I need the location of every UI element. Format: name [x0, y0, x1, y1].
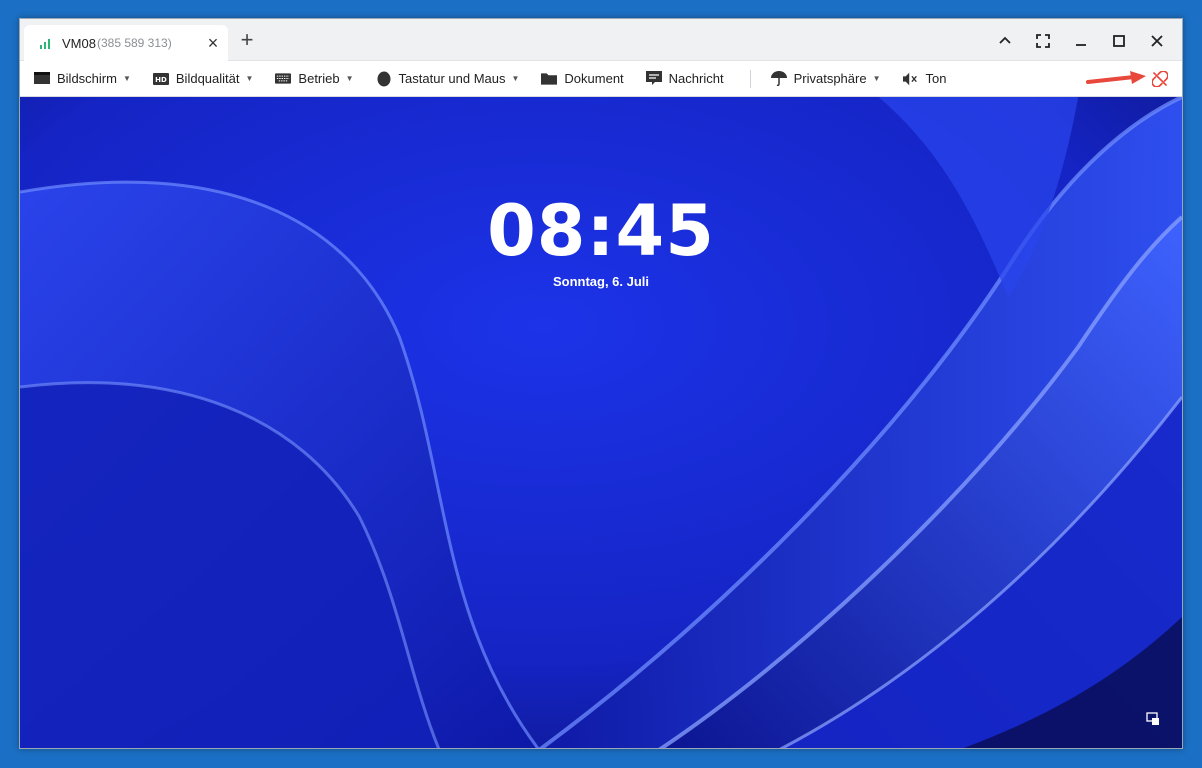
- new-tab-button[interactable]: +: [236, 29, 258, 52]
- toolbar-tastatur-und-maus[interactable]: Tastatur und Maus ▼: [376, 65, 520, 93]
- chevron-up-icon[interactable]: [990, 28, 1020, 54]
- lock-screen-date: Sonntag, 6. Juli: [552, 274, 650, 289]
- toolbar-label: Betrieb: [298, 71, 340, 86]
- toolbar-label: Privatsphäre: [793, 71, 867, 86]
- toolbar-label: Ton: [925, 71, 947, 86]
- toolbar-label: Tastatur und Maus: [398, 71, 506, 86]
- toolbar-bildqualitaet[interactable]: HD Bildqualität ▼: [152, 65, 254, 93]
- window-controls: [990, 28, 1172, 54]
- toolbar-label: Dokument: [564, 71, 624, 86]
- remote-lock-screen[interactable]: 08:45 Sonntag, 6. Juli: [20, 97, 1182, 748]
- tab-session-id: (385 589 313): [96, 36, 172, 50]
- toolbar-bildschirm[interactable]: Bildschirm ▼: [34, 65, 131, 93]
- fullscreen-icon[interactable]: [1028, 28, 1058, 54]
- speaker-muted-icon: [902, 72, 919, 86]
- caret-down-icon: ▼: [345, 74, 354, 83]
- session-tab[interactable]: VM08 (385 589 313) ×: [24, 25, 228, 61]
- hd-icon: HD: [152, 72, 169, 86]
- toolbar-nachricht[interactable]: Nachricht: [645, 65, 724, 93]
- close-tab-icon[interactable]: ×: [204, 34, 222, 52]
- session-toolbar: Bildschirm ▼ HD Bildqualität ▼ Betrieb ▼…: [20, 61, 1182, 97]
- title-bar: VM08 (385 589 313) × +: [20, 19, 1182, 61]
- caret-down-icon: ▼: [245, 74, 254, 83]
- minimize-icon[interactable]: [1066, 28, 1096, 54]
- folder-icon: [541, 72, 558, 86]
- toolbar-label: Nachricht: [668, 71, 724, 86]
- caret-down-icon: ▼: [122, 74, 131, 83]
- caret-down-icon: ▼: [511, 74, 520, 83]
- toolbar-label: Bildqualität: [175, 71, 240, 86]
- maximize-icon[interactable]: [1104, 28, 1134, 54]
- toolbar-label: Bildschirm: [57, 71, 117, 86]
- annotation-arrow-icon: [1086, 71, 1146, 84]
- keyboard-icon: [275, 72, 292, 86]
- unlink-icon[interactable]: [1152, 71, 1168, 87]
- toolbar-privatsphaere[interactable]: Privatsphäre ▼: [770, 65, 881, 93]
- monitor-icon: [34, 72, 50, 86]
- caret-down-icon: ▼: [872, 74, 881, 83]
- remote-desktop-window: VM08 (385 589 313) × + Bildschirm ▼ HD B…: [19, 18, 1183, 749]
- svg-text:HD: HD: [155, 76, 167, 84]
- toolbar-dokument[interactable]: Dokument: [541, 65, 624, 93]
- umbrella-icon: [770, 71, 787, 86]
- screen-switch-icon[interactable]: [1146, 712, 1160, 726]
- toolbar-ton[interactable]: Ton: [902, 65, 947, 93]
- message-icon: [645, 71, 662, 86]
- close-icon[interactable]: [1142, 28, 1172, 54]
- mouse-icon: [376, 71, 392, 86]
- tab-title: VM08: [62, 35, 96, 51]
- signal-strength-icon: [40, 37, 54, 49]
- lock-screen-clock: 08:45: [487, 190, 715, 272]
- toolbar-divider: [749, 69, 751, 88]
- toolbar-betrieb[interactable]: Betrieb ▼: [275, 65, 354, 93]
